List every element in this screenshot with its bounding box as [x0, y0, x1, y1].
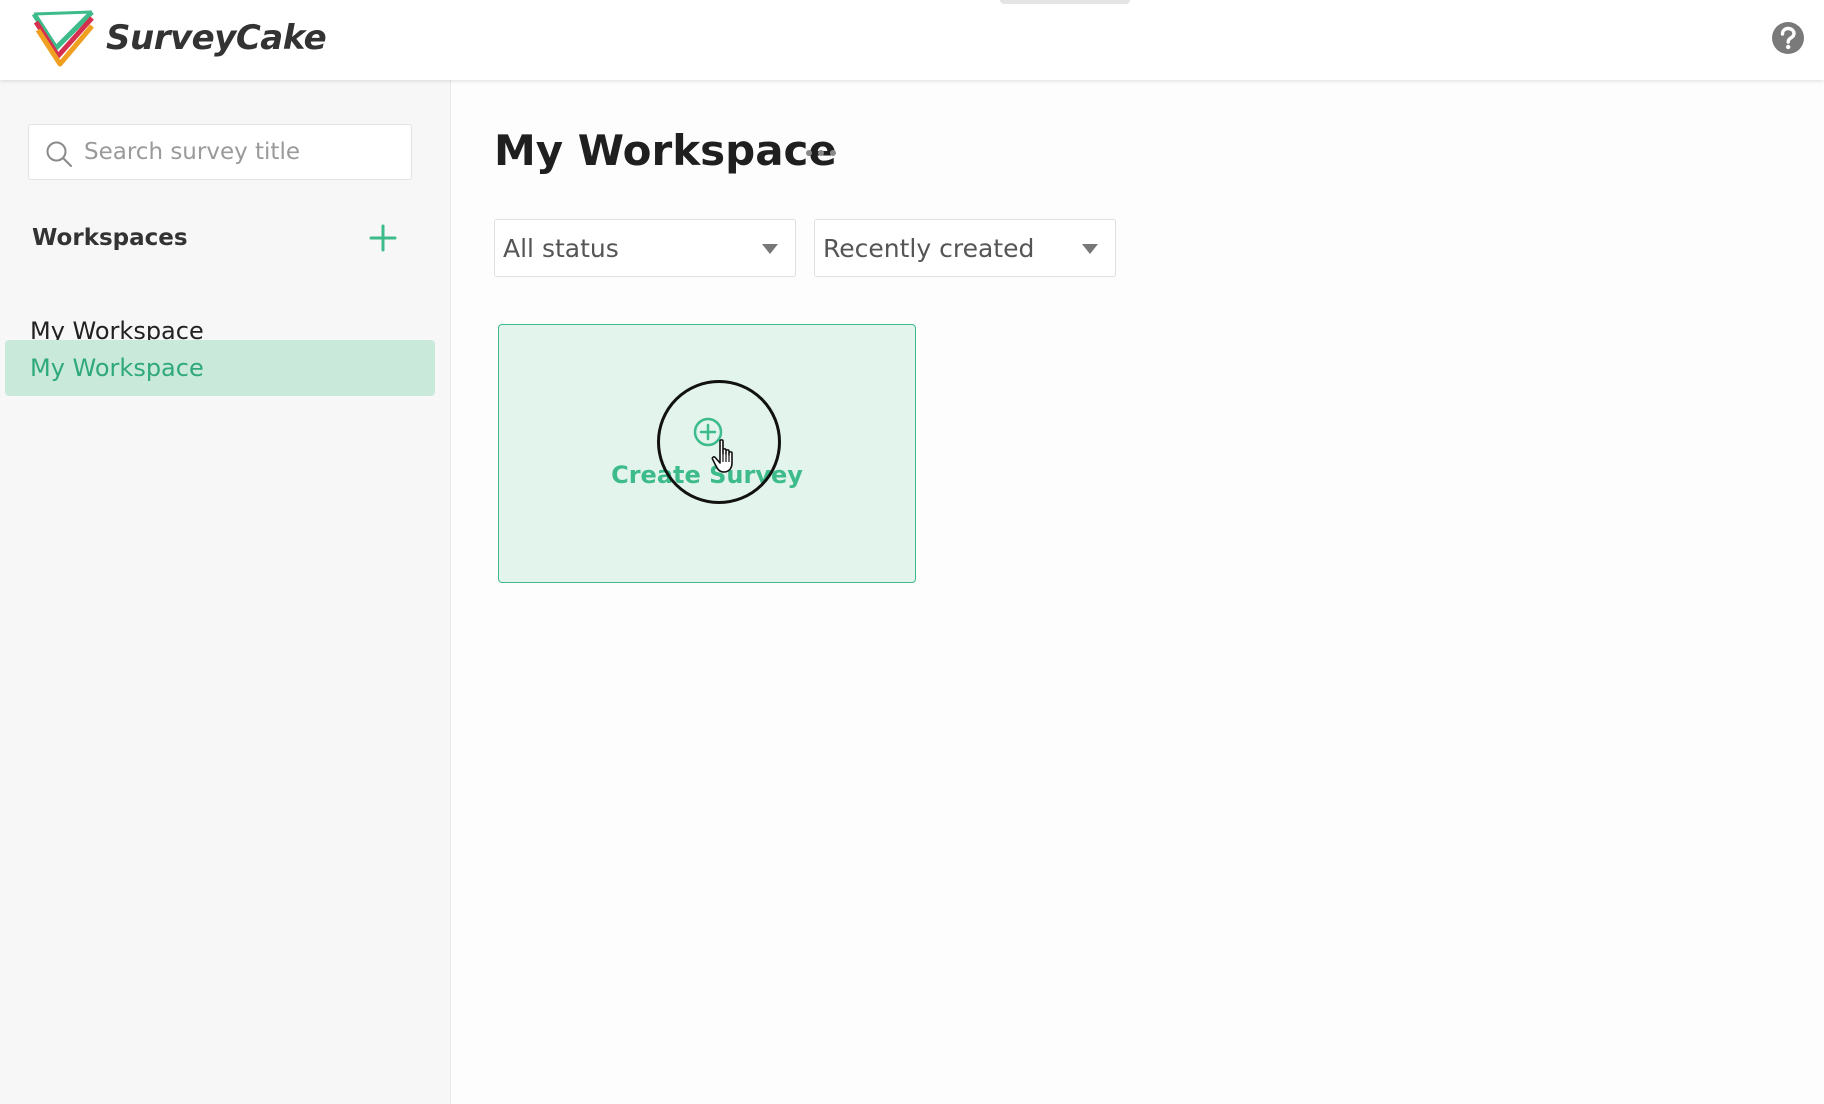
more-icon[interactable] [804, 146, 838, 160]
top-pill [1000, 0, 1130, 4]
help-icon[interactable] [1771, 21, 1805, 55]
search-icon [46, 141, 72, 167]
sidebar-item-my-workspace-selected[interactable]: My Workspace [5, 340, 435, 396]
status-filter-select[interactable]: All status [494, 219, 796, 277]
logo-icon [31, 10, 94, 67]
plus-icon[interactable] [368, 223, 398, 253]
brand-name: SurveyCake [106, 18, 327, 58]
sidebar-item-label: My Workspace [30, 354, 204, 382]
search-box[interactable] [28, 124, 412, 180]
brand-logo[interactable]: SurveyCake [30, 6, 327, 70]
sort-select[interactable]: Recently created [814, 219, 1116, 277]
status-filter-value: All status [503, 233, 619, 263]
workspaces-title: Workspaces [32, 225, 188, 251]
sort-value: Recently created [823, 233, 1035, 263]
search-input[interactable] [84, 127, 394, 177]
caret-down-icon [1082, 244, 1098, 254]
hand-cursor-icon [711, 439, 733, 473]
top-header: SurveyCake [0, 0, 1824, 80]
caret-down-icon [762, 244, 778, 254]
create-survey-card[interactable]: Create Survey [498, 324, 916, 583]
workspaces-header: Workspaces [32, 218, 398, 258]
page-title: My Workspace [494, 126, 837, 175]
main-content: My Workspace All status Recently created… [452, 80, 1824, 1104]
sidebar: Workspaces My Workspace My Workspace [0, 80, 451, 1104]
